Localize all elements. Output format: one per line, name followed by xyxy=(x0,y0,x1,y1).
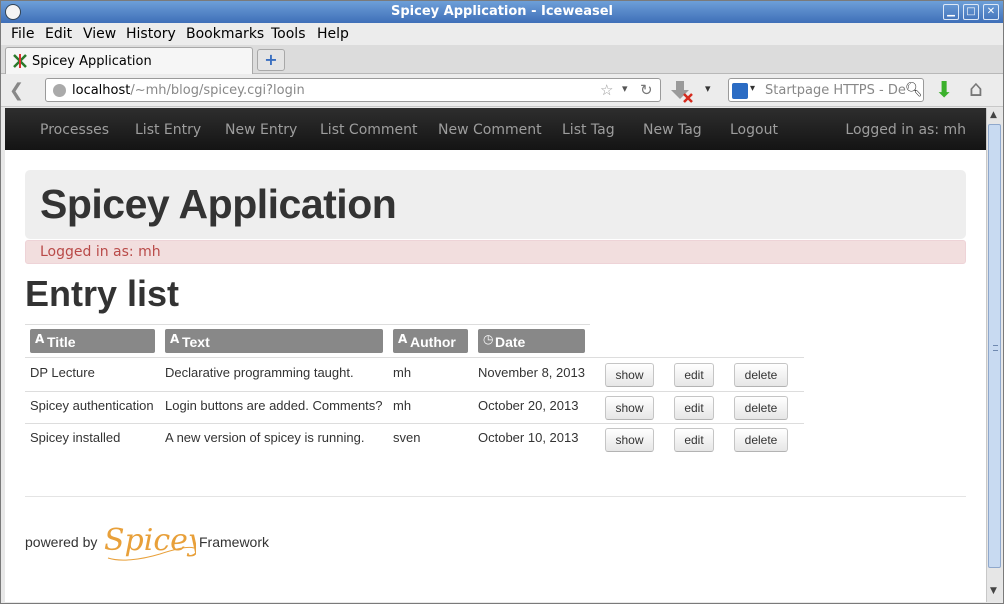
close-icon[interactable]: ✕ xyxy=(983,4,999,20)
tab-spicey[interactable]: Spicey Application xyxy=(5,47,253,74)
scroll-up-icon[interactable]: ▲ xyxy=(990,110,997,120)
menu-file[interactable]: File xyxy=(11,26,34,42)
scrollbar-grip-icon xyxy=(993,345,998,351)
cell-text: Declarative programming taught. xyxy=(165,365,354,380)
row-divider xyxy=(25,357,804,358)
nav-logout[interactable]: Logout xyxy=(730,122,778,138)
cell-title: Spicey authentication xyxy=(30,398,154,413)
menu-view[interactable]: View xyxy=(83,26,116,42)
cell-text: Login buttons are added. Comments? xyxy=(165,398,383,413)
edit-button[interactable]: edit xyxy=(674,363,714,387)
cell-date: October 20, 2013 xyxy=(478,398,579,413)
new-tab-button[interactable]: + xyxy=(257,49,285,71)
download-arrow-icon[interactable]: ⬇ xyxy=(935,78,953,103)
title-bar: Spicey Application - Iceweasel ▁ □ ✕ xyxy=(1,1,1003,23)
show-button[interactable]: show xyxy=(605,396,654,420)
download-blocked-icon[interactable] xyxy=(669,79,695,103)
browser-window: Spicey Application - Iceweasel ▁ □ ✕ Fil… xyxy=(0,0,1004,604)
sort-icon: A xyxy=(170,332,180,346)
navigation-toolbar: ❮ localhost/~mh/blog/spicey.cgi?login ☆ … xyxy=(1,74,1003,107)
search-engine-icon[interactable] xyxy=(732,83,748,99)
cell-title: DP Lecture xyxy=(30,365,95,380)
scroll-down-icon[interactable]: ▼ xyxy=(990,586,997,596)
nav-new-comment[interactable]: New Comment xyxy=(438,122,542,138)
column-header-title[interactable]: A Title xyxy=(30,329,155,353)
show-button[interactable]: show xyxy=(605,428,654,452)
sort-icon: A xyxy=(398,332,408,346)
bookmark-star-icon[interactable]: ☆ xyxy=(600,81,613,99)
spicey-logo[interactable]: Spicey xyxy=(100,518,196,566)
menu-tools[interactable]: Tools xyxy=(271,26,306,42)
site-navbar: Processes List Entry New Entry List Comm… xyxy=(5,108,986,150)
vertical-scrollbar[interactable]: ▲ ▼ xyxy=(986,108,1002,602)
page-title: Entry list xyxy=(25,273,180,314)
back-icon[interactable]: ❮ xyxy=(9,80,24,101)
logged-in-indicator: Logged in as: mh xyxy=(845,122,966,138)
hero-title: Spicey Application xyxy=(40,181,397,227)
cell-date: October 10, 2013 xyxy=(478,430,579,445)
sort-icon: A xyxy=(35,332,45,346)
delete-button[interactable]: delete xyxy=(734,396,788,420)
search-icon[interactable]: 🔍︎ xyxy=(905,82,923,98)
alert-message: Logged in as: mh xyxy=(40,244,161,260)
page-content: Processes List Entry New Entry List Comm… xyxy=(5,108,986,602)
menu-help[interactable]: Help xyxy=(317,26,349,42)
cell-author: mh xyxy=(393,398,412,413)
cell-date: November 8, 2013 xyxy=(478,365,585,380)
nav-list-comment[interactable]: List Comment xyxy=(320,122,418,138)
cell-author: sven xyxy=(393,430,421,445)
row-divider xyxy=(25,423,804,424)
login-alert: Logged in as: mh xyxy=(25,240,966,264)
cell-text: A new version of spicey is running. xyxy=(165,430,365,445)
nav-new-entry[interactable]: New Entry xyxy=(225,122,297,138)
home-icon[interactable]: ⌂ xyxy=(969,77,983,102)
column-header-date[interactable]: ◷ Date xyxy=(478,329,585,353)
footer-divider xyxy=(25,496,966,497)
menu-edit[interactable]: Edit xyxy=(45,26,72,42)
show-button[interactable]: show xyxy=(605,363,654,387)
hero-unit: Spicey Application xyxy=(25,170,966,239)
reload-icon[interactable]: ↻ xyxy=(640,81,653,99)
spicey-favicon-icon xyxy=(13,54,27,68)
address-bar[interactable]: localhost/~mh/blog/spicey.cgi?login ☆ ▾ … xyxy=(45,78,661,102)
search-placeholder[interactable]: Startpage HTTPS - De xyxy=(765,83,906,98)
delete-button[interactable]: delete xyxy=(734,363,788,387)
delete-button[interactable]: delete xyxy=(734,428,788,452)
globe-icon xyxy=(53,84,66,97)
maximize-icon[interactable]: □ xyxy=(963,4,979,20)
minimize-icon[interactable]: ▁ xyxy=(943,4,959,20)
search-engine-dropdown-icon[interactable]: ▾ xyxy=(750,83,755,94)
cell-author: mh xyxy=(393,365,412,380)
column-header-text[interactable]: A Text xyxy=(165,329,383,353)
window-title: Spicey Application - Iceweasel xyxy=(391,4,613,19)
nav-processes[interactable]: Processes xyxy=(40,122,109,138)
menu-bar: File Edit View History Bookmarks Tools H… xyxy=(1,23,1003,45)
column-header-author[interactable]: A Author xyxy=(393,329,468,353)
powered-by-text: powered by xyxy=(25,534,98,550)
nav-list-entry[interactable]: List Entry xyxy=(135,122,201,138)
search-box[interactable]: ▾ Startpage HTTPS - De 🔍︎ xyxy=(728,78,924,102)
edit-button[interactable]: edit xyxy=(674,396,714,420)
tab-label: Spicey Application xyxy=(32,54,152,69)
framework-text: Framework xyxy=(199,534,270,550)
row-divider xyxy=(25,391,804,392)
menu-history[interactable]: History xyxy=(126,26,176,42)
cell-title: Spicey installed xyxy=(30,430,121,445)
scrollbar-thumb[interactable] xyxy=(988,124,1001,568)
downloads-dropdown-icon[interactable]: ▾ xyxy=(705,82,711,95)
tab-bar: Spicey Application + xyxy=(1,45,1003,74)
url-text[interactable]: localhost/~mh/blog/spicey.cgi?login xyxy=(72,83,305,98)
menu-bookmarks[interactable]: Bookmarks xyxy=(186,26,264,42)
edit-button[interactable]: edit xyxy=(674,428,714,452)
nav-list-tag[interactable]: List Tag xyxy=(562,122,615,138)
table-top-rule xyxy=(25,324,590,325)
clock-sort-icon: ◷ xyxy=(483,332,494,346)
svg-text:Spicey: Spicey xyxy=(104,523,196,558)
nav-new-tag[interactable]: New Tag xyxy=(643,122,702,138)
history-dropdown-icon[interactable]: ▾ xyxy=(622,82,628,95)
